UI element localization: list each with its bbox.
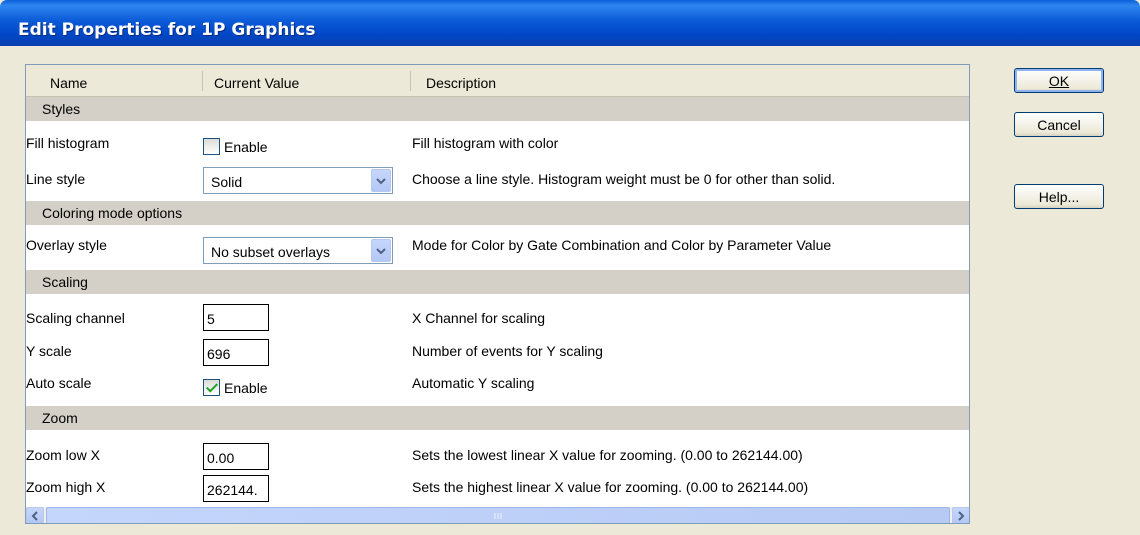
button-label: Help... [1038, 189, 1080, 205]
auto-scale-checkbox-label[interactable]: Enable [224, 380, 268, 396]
section-scaling: Scaling [26, 270, 969, 294]
cancel-button[interactable]: Cancel [1014, 112, 1104, 137]
property-name: Line style [26, 171, 86, 187]
row-scaling-channel: Scaling channel 5 X Channel for scaling [26, 300, 969, 332]
property-name: Zoom high X [26, 479, 106, 495]
column-divider[interactable] [202, 71, 203, 91]
section-label: Zoom [42, 410, 78, 426]
column-header-name[interactable]: Name [50, 65, 87, 97]
window-title: Edit Properties for 1P Graphics [18, 20, 316, 40]
chevron-right-icon [958, 511, 965, 521]
scaling-channel-input[interactable]: 5 [203, 304, 269, 331]
grip-icon [494, 513, 502, 519]
horizontal-scroll-thumb[interactable] [46, 507, 950, 523]
edit-properties-dialog: Edit Properties for 1P Graphics Name Cur… [0, 0, 1140, 535]
dropdown-value: Solid [211, 174, 243, 190]
help-button[interactable]: Help... [1014, 184, 1104, 209]
property-name: Scaling channel [26, 310, 125, 326]
property-description: Fill histogram with color [412, 135, 559, 151]
property-description: Sets the lowest linear X value for zoomi… [412, 447, 803, 463]
property-description: Choose a line style. Histogram weight mu… [412, 171, 836, 187]
fill-histogram-checkbox[interactable] [203, 138, 220, 155]
row-line-style: Line style Solid Choose a line style. Hi… [26, 157, 969, 194]
button-label: Cancel [1037, 117, 1081, 133]
property-description: Mode for Color by Gate Combination and C… [412, 237, 832, 253]
section-label: Coloring mode options [42, 205, 183, 221]
input-value: 0.00 [207, 450, 235, 466]
section-label: Scaling [42, 274, 88, 290]
property-name: Y scale [26, 343, 72, 359]
section-label: Styles [42, 101, 81, 117]
line-style-dropdown[interactable]: Solid [203, 167, 393, 194]
zoom-high-x-input[interactable]: 262144. [203, 475, 269, 502]
row-y-scale: Y scale 696 Number of events for Y scali… [26, 335, 969, 367]
row-overlay-style: Overlay style No subset overlays Mode fo… [26, 225, 969, 264]
chevron-left-icon [31, 511, 38, 521]
ok-button[interactable]: OK [1014, 68, 1104, 93]
property-name: Fill histogram [26, 135, 110, 151]
row-auto-scale: Auto scale Enable Automatic Y scaling [26, 367, 969, 399]
column-header-current-value[interactable]: Current Value [214, 65, 299, 97]
input-value: 5 [207, 311, 215, 327]
property-name: Auto scale [26, 375, 92, 391]
chevron-down-icon[interactable] [371, 239, 391, 262]
scroll-right-button[interactable] [952, 507, 969, 523]
dropdown-value: No subset overlays [211, 244, 331, 260]
auto-scale-checkbox[interactable] [203, 379, 220, 396]
property-name: Overlay style [26, 237, 107, 253]
title-bar[interactable]: Edit Properties for 1P Graphics [0, 0, 1140, 46]
button-label: OK [1048, 73, 1070, 89]
zoom-low-x-input[interactable]: 0.00 [203, 443, 269, 470]
scroll-left-button[interactable] [26, 507, 44, 523]
property-grid: Name Current Value Description Styles Fi… [25, 64, 970, 524]
column-divider[interactable] [410, 71, 411, 91]
chevron-down-icon[interactable] [371, 169, 391, 192]
horizontal-scrollbar[interactable] [26, 507, 969, 523]
section-zoom: Zoom [26, 406, 969, 430]
row-zoom-high-x: Zoom high X 262144. Sets the highest lin… [26, 469, 969, 502]
row-fill-histogram: Fill histogram Enable Fill histogram wit… [26, 125, 969, 157]
section-styles: Styles [26, 97, 969, 121]
fill-histogram-checkbox-label[interactable]: Enable [224, 139, 268, 155]
input-value: 262144. [207, 482, 258, 498]
property-description: Automatic Y scaling [412, 375, 535, 391]
property-name: Zoom low X [26, 447, 100, 463]
grid-header: Name Current Value Description [26, 65, 969, 97]
column-header-description[interactable]: Description [426, 65, 496, 97]
section-coloring-mode: Coloring mode options [26, 201, 969, 225]
y-scale-input[interactable]: 696 [203, 339, 269, 366]
property-description: Number of events for Y scaling [412, 343, 603, 359]
row-zoom-low-x: Zoom low X 0.00 Sets the lowest linear X… [26, 437, 969, 470]
property-description: X Channel for scaling [412, 310, 546, 326]
overlay-style-dropdown[interactable]: No subset overlays [203, 237, 393, 264]
input-value: 696 [207, 346, 231, 362]
property-description: Sets the highest linear X value for zoom… [412, 479, 809, 495]
